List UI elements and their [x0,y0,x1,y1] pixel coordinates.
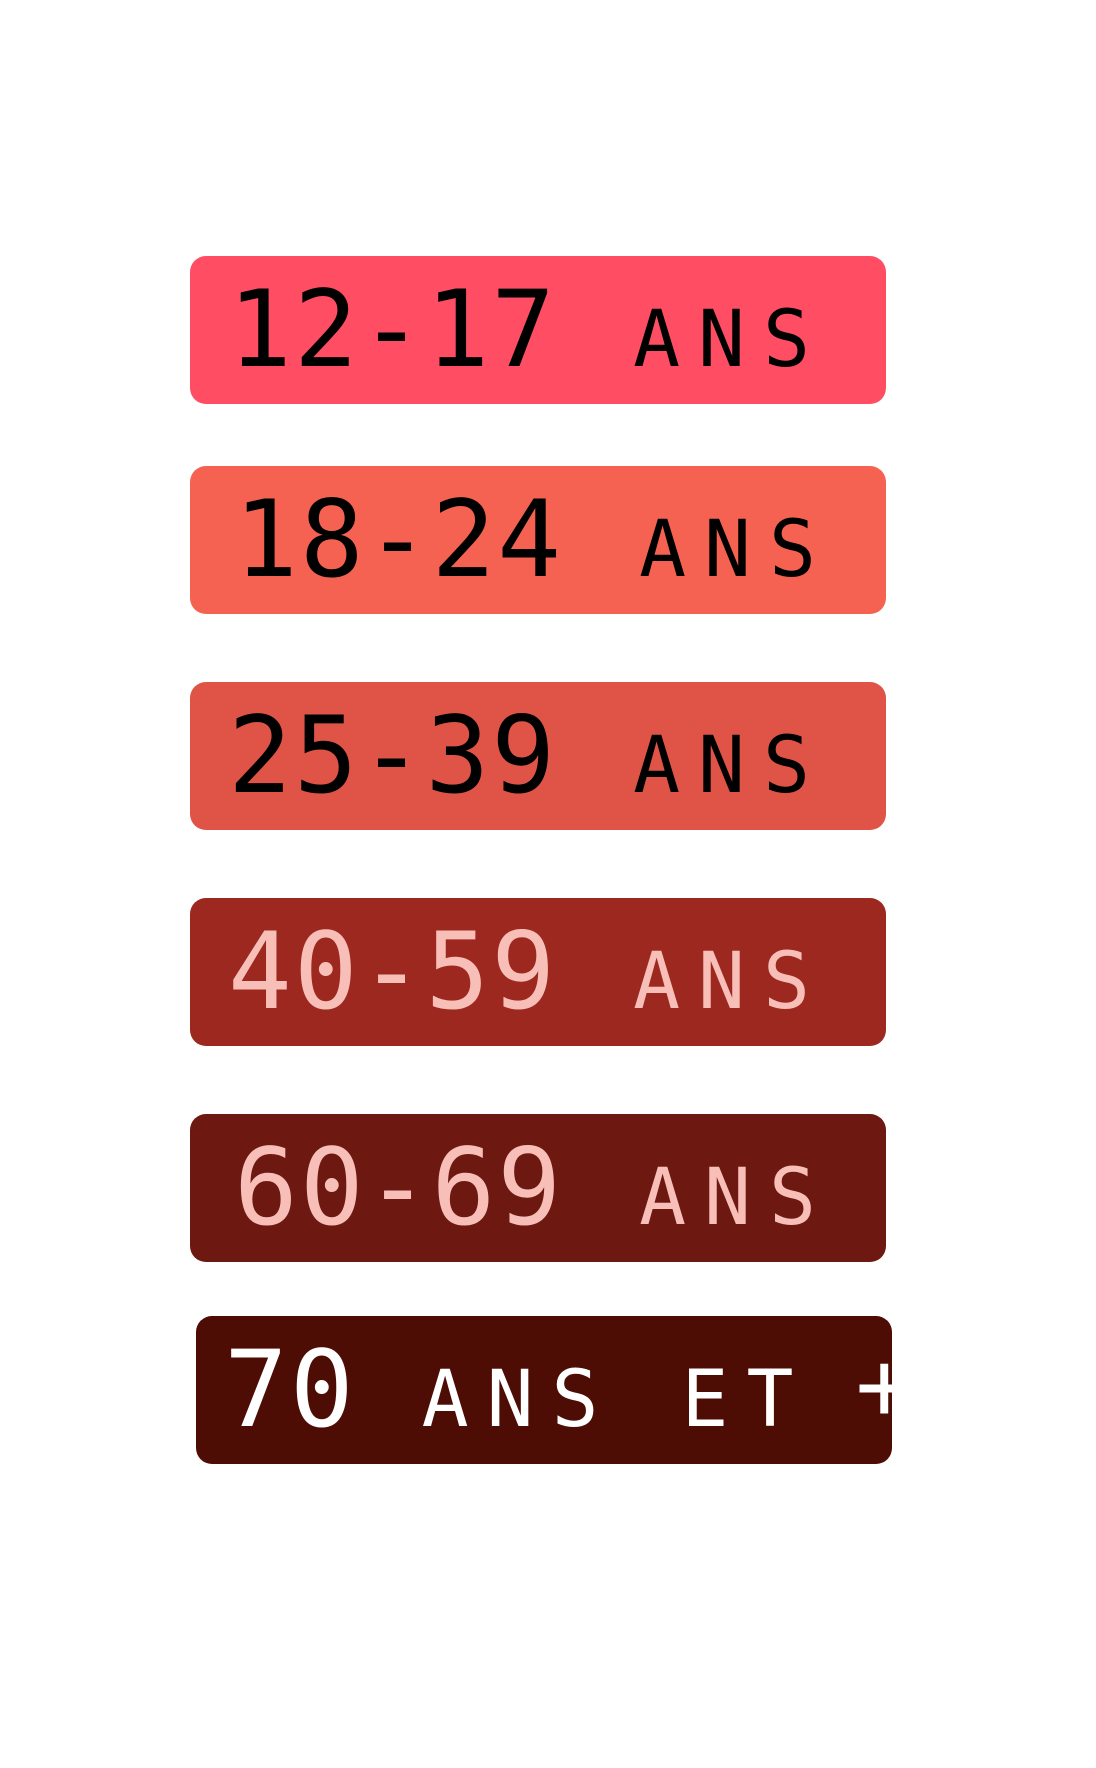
age-unit-label: ANS ET [421,1355,812,1445]
age-unit-label: ANS [633,937,828,1027]
age-badge-25-39: 25-39 ANS [190,682,886,830]
age-range-label: 70 [224,1328,356,1451]
age-unit-label: ANS [633,295,828,385]
age-unit-label: ANS [639,505,834,595]
age-badge-40-59: 40-59 ANS [190,898,886,1046]
age-range-label: 12-17 [228,268,558,391]
age-range-label: 40-59 [228,910,558,1033]
age-range-label: 18-24 [234,478,564,601]
age-badge-12-17: 12-17 ANS [190,256,886,404]
age-badge-60-69: 60-69 ANS [190,1114,886,1262]
age-badge-18-24: 18-24 ANS [190,466,886,614]
age-range-label: 60-69 [234,1126,564,1249]
age-unit-label: ANS [633,721,828,811]
age-unit-label: ANS [639,1153,834,1243]
age-group-legend: 12-17 ANS 18-24 ANS 25-39 ANS 40-59 ANS … [0,0,1096,1768]
age-range-label: 25-39 [228,694,558,817]
age-badge-70-plus: 70 ANS ET + [196,1316,892,1464]
plus-sign: + [855,1330,892,1442]
